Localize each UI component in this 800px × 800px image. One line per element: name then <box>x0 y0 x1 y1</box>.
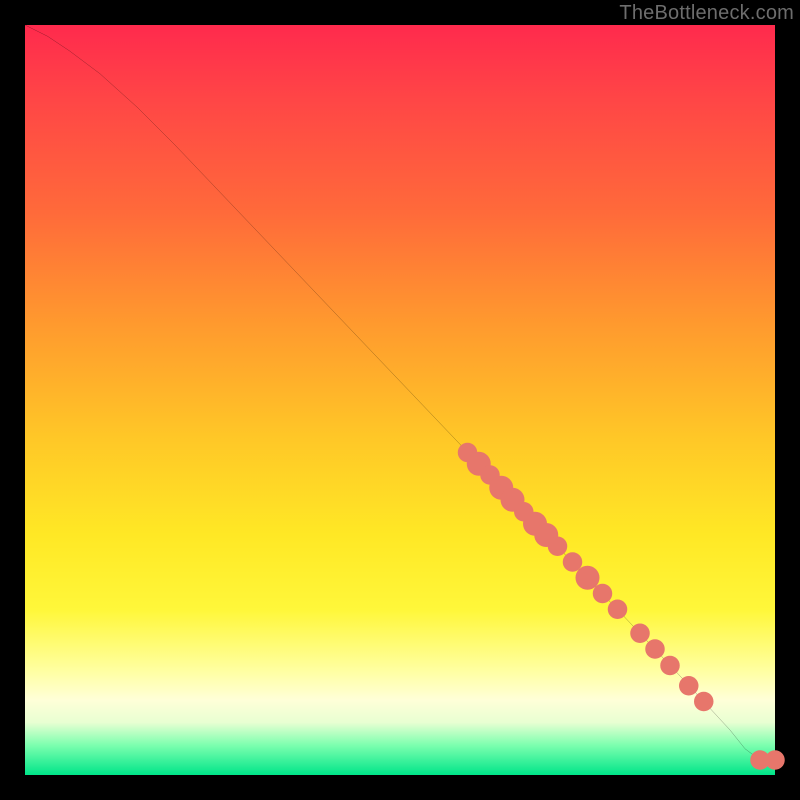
data-marker <box>548 537 567 556</box>
data-marker <box>593 584 612 604</box>
data-marker <box>608 600 627 620</box>
data-marker <box>660 656 679 676</box>
marker-group <box>458 443 785 770</box>
data-marker <box>563 552 582 572</box>
data-marker <box>576 566 600 590</box>
plot-area <box>25 25 775 775</box>
data-marker <box>645 639 664 659</box>
chart-stage: TheBottleneck.com <box>0 0 800 800</box>
chart-svg <box>25 25 775 775</box>
data-marker <box>694 692 713 712</box>
data-marker <box>765 750 784 769</box>
data-marker <box>630 623 649 643</box>
data-marker <box>679 676 698 696</box>
watermark-text: TheBottleneck.com <box>619 2 794 25</box>
